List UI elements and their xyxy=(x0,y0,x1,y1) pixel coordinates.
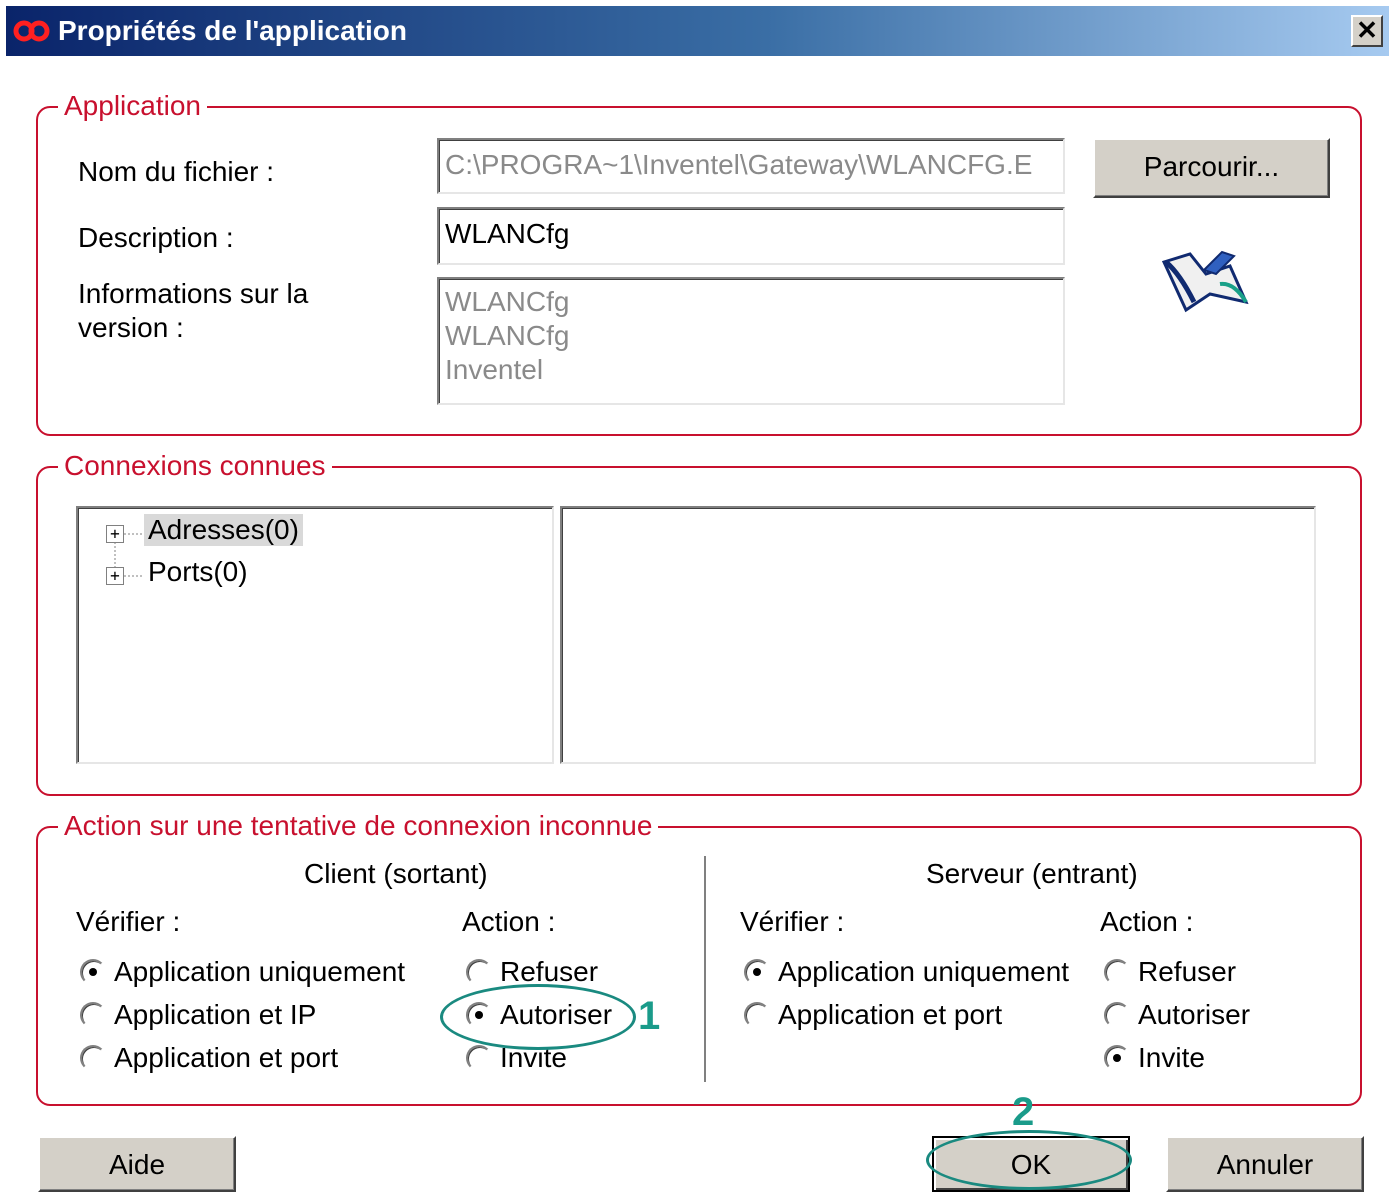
version-info-field[interactable]: WLANCfg WLANCfg Inventel xyxy=(437,277,1065,405)
server-action-label: Action : xyxy=(1100,906,1194,937)
description-label: Description : xyxy=(78,222,234,253)
close-icon: ✕ xyxy=(1356,15,1378,45)
version-line: WLANCfg xyxy=(445,320,570,351)
server-verify-app-port[interactable]: Application et port xyxy=(744,999,1002,1031)
filename-label: Nom du fichier : xyxy=(78,156,275,187)
radio-icon xyxy=(466,959,492,985)
tree-lines xyxy=(114,533,142,577)
radio-label: Refuser xyxy=(1138,956,1237,987)
annotation-step-2: 2 xyxy=(1012,1090,1035,1134)
expand-icon[interactable]: + xyxy=(106,567,124,585)
annotation-step-1: 1 xyxy=(638,994,661,1038)
radio-icon xyxy=(744,1002,770,1028)
radio-icon xyxy=(80,1045,106,1071)
connections-detail-pane[interactable] xyxy=(560,506,1316,764)
connections-legend: Connexions connues xyxy=(58,448,332,484)
version-line: Inventel xyxy=(445,354,544,385)
column-divider xyxy=(704,856,707,1082)
radio-label: Invite xyxy=(1138,1042,1205,1073)
server-action-allow[interactable]: Autoriser xyxy=(1104,999,1250,1031)
server-action-refuse[interactable]: Refuser xyxy=(1104,956,1236,988)
radio-label: Application et port xyxy=(778,999,1003,1030)
expand-icon[interactable]: + xyxy=(106,525,124,543)
version-label-line2: version : xyxy=(78,312,184,343)
help-button[interactable]: Aide xyxy=(38,1136,236,1192)
client-action-label: Action : xyxy=(462,906,556,937)
application-legend: Application xyxy=(58,88,207,124)
radio-label: Application uniquement xyxy=(778,956,1070,987)
radio-icon xyxy=(1104,959,1130,985)
application-icon xyxy=(1161,250,1249,313)
server-action-prompt[interactable]: Invite xyxy=(1104,1042,1205,1074)
tree-item-addresses[interactable]: Adresses(0) xyxy=(144,514,303,546)
browse-button[interactable]: Parcourir... xyxy=(1093,138,1330,198)
radio-label: Application et IP xyxy=(114,999,317,1030)
title-bar: Propriétés de l'application ✕ xyxy=(6,6,1389,56)
close-button[interactable]: ✕ xyxy=(1351,15,1383,47)
annotation-ellipse-ok xyxy=(926,1130,1132,1190)
radio-label: Refuser xyxy=(500,956,599,987)
cancel-button[interactable]: Annuler xyxy=(1166,1136,1364,1192)
client-verify-app-ip[interactable]: Application et IP xyxy=(80,999,316,1031)
annotation-ellipse-allow xyxy=(440,984,636,1050)
radio-label: Autoriser xyxy=(1138,999,1251,1030)
description-field[interactable]: WLANCfg xyxy=(437,207,1065,265)
filename-field[interactable]: C:\PROGRA~1\Inventel\Gateway\WLANCFG.E xyxy=(437,138,1065,194)
client-verify-label: Vérifier : xyxy=(76,906,181,937)
version-line: WLANCfg xyxy=(445,286,570,317)
radio-icon xyxy=(466,1045,492,1071)
version-label-line1: Informations sur la xyxy=(78,278,309,309)
radio-icon xyxy=(1104,1002,1130,1028)
radio-icon xyxy=(80,1002,106,1028)
tree-item-ports[interactable]: Ports(0) xyxy=(144,556,252,588)
client-verify-app-only[interactable]: Application uniquement xyxy=(80,956,405,988)
radio-label: Application et port xyxy=(114,1042,339,1073)
action-legend: Action sur une tentative de connexion in… xyxy=(58,808,659,844)
client-verify-app-port[interactable]: Application et port xyxy=(80,1042,338,1074)
window-title: Propriétés de l'application xyxy=(58,15,407,46)
radio-label: Application uniquement xyxy=(114,956,406,987)
server-title: Serveur (entrant) xyxy=(926,858,1138,889)
server-verify-label: Vérifier : xyxy=(740,906,845,937)
app-logo-icon xyxy=(13,20,50,42)
client-title: Client (sortant) xyxy=(304,858,488,889)
radio-icon xyxy=(1104,1045,1130,1071)
radio-icon xyxy=(744,959,770,985)
server-verify-app-only[interactable]: Application uniquement xyxy=(744,956,1069,988)
radio-icon xyxy=(80,959,106,985)
connections-tree[interactable]: + Adresses(0) + Ports(0) xyxy=(76,506,554,764)
